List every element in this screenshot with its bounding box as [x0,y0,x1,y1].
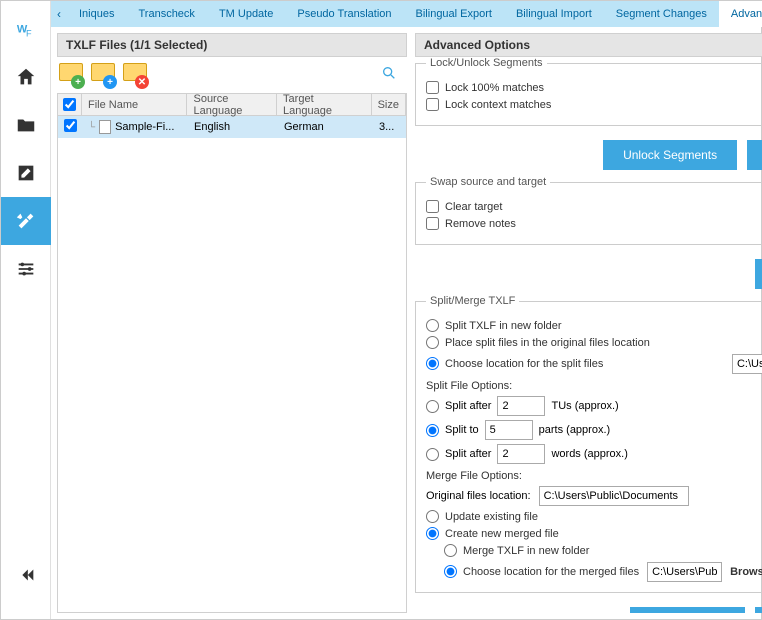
table-row[interactable]: └ Sample-Fi... English German 3... [58,116,406,138]
tools-icon [15,210,37,232]
split-to-input[interactable] [485,420,533,440]
choose-merge-location-row[interactable]: Choose location for the merged files [444,565,639,578]
split-merge-legend: Split/Merge TXLF [426,295,519,307]
split-new-folder-radio[interactable] [426,319,439,332]
tab-pseudo[interactable]: Pseudo Translation [285,1,403,27]
lock-legend: Lock/Unlock Segments [426,57,547,69]
col-check[interactable] [58,94,82,115]
sidebar-collapse[interactable] [1,551,51,599]
lock-group: Lock/Unlock Segments Lock 100% matches L… [415,57,762,126]
unlock-segments-button[interactable]: Unlock Segments [603,140,737,170]
lock-segments-button[interactable]: Lock Segments [747,140,762,170]
update-existing-radio[interactable] [426,510,439,523]
split-original-row[interactable]: Place split files in the original files … [426,336,762,349]
files-table: File Name Source Language Target Languag… [57,93,407,613]
clear-target-row[interactable]: Clear target [426,200,762,213]
lock-context-checkbox[interactable] [426,98,439,111]
swap-button[interactable]: Swap [755,259,762,289]
file-source: English [188,121,278,133]
sidebar: WF [1,1,51,619]
sliders-icon [15,258,37,280]
tab-bilingual-import[interactable]: Bilingual Import [504,1,604,27]
files-panel-title: TXLF Files (1/1 Selected) [57,33,407,57]
tab-advanced[interactable]: Advanced [719,1,762,27]
merge-options-label: Merge File Options: [426,470,762,482]
merge-path-input[interactable] [647,562,722,582]
split-after-words-radio[interactable] [426,448,439,461]
split-txlf-button[interactable]: Split TXLF [630,607,745,613]
tab-bar: ‹ Iniques Transcheck TM Update Pseudo Tr… [51,1,762,27]
svg-text:F: F [26,28,32,38]
col-size[interactable]: Size [372,94,406,115]
choose-merge-location-radio[interactable] [444,565,457,578]
col-filename[interactable]: File Name [82,94,187,115]
clear-target-checkbox[interactable] [426,200,439,213]
tab-transcheck[interactable]: Transcheck [126,1,206,27]
files-toolbar: + + ✕ [57,57,407,93]
sidebar-folder[interactable] [1,101,51,149]
create-new-row[interactable]: Create new merged file [426,527,762,540]
split-to-radio[interactable] [426,424,439,437]
chevron-left-icon [15,564,37,586]
choose-split-location-row[interactable]: Choose location for the split files [426,357,724,370]
create-new-radio[interactable] [426,527,439,540]
tab-iniques[interactable]: Iniques [67,1,126,27]
tab-scroll-left[interactable]: ‹ [51,1,67,27]
browse-merge-button[interactable]: Browse... [730,566,762,578]
split-options-label: Split File Options: [426,380,762,392]
sidebar-tools[interactable] [1,197,51,245]
col-source[interactable]: Source Language [187,94,277,115]
folder-icon [15,114,37,136]
remove-notes-checkbox[interactable] [426,217,439,230]
tree-line-icon: └ [88,122,95,133]
split-after-tu-input[interactable] [497,396,545,416]
logo-icon: WF [15,18,37,40]
lock-100-row[interactable]: Lock 100% matches [426,81,762,94]
orig-location-label: Original files location: [426,490,531,502]
col-target[interactable]: Target Language [277,94,372,115]
file-size: 3... [373,121,406,133]
file-target: German [278,121,373,133]
split-path-input[interactable] [732,354,762,374]
edit-icon [15,162,37,184]
home-icon [15,66,37,88]
swap-group: Swap source and target Clear target Remo… [415,176,762,245]
add-file-button[interactable]: + [59,61,87,89]
split-after-tu-radio[interactable] [426,400,439,413]
tab-bilingual-export[interactable]: Bilingual Export [404,1,504,27]
remove-notes-row[interactable]: Remove notes [426,217,762,230]
merge-new-folder-radio[interactable] [444,544,457,557]
tab-tmupdate[interactable]: TM Update [207,1,285,27]
options-panel-title: Advanced Options [415,33,762,57]
split-new-folder-row[interactable]: Split TXLF in new folder [426,319,762,332]
merge-txlf-button[interactable]: Merge TXLF [755,607,762,613]
row-checkbox[interactable] [64,119,77,132]
lock-100-checkbox[interactable] [426,81,439,94]
tab-segment-changes[interactable]: Segment Changes [604,1,719,27]
search-icon[interactable] [381,65,397,86]
choose-split-location-radio[interactable] [426,357,439,370]
sidebar-home[interactable] [1,53,51,101]
sidebar-edit[interactable] [1,149,51,197]
orig-location-input[interactable] [539,486,689,506]
remove-file-button[interactable]: ✕ [123,61,151,89]
lock-context-row[interactable]: Lock context matches [426,98,762,111]
split-merge-group: Split/Merge TXLF Split TXLF in new folde… [415,295,762,593]
split-original-radio[interactable] [426,336,439,349]
sidebar-sliders[interactable] [1,245,51,293]
swap-legend: Swap source and target [426,176,550,188]
add-folder-button[interactable]: + [91,61,119,89]
file-icon [99,120,111,134]
update-existing-row[interactable]: Update existing file [426,510,762,523]
split-after-words-input[interactable] [497,444,545,464]
merge-new-folder-row[interactable]: Merge TXLF in new folder [444,544,762,557]
sidebar-logo[interactable]: WF [1,5,51,53]
file-name: Sample-Fi... [115,121,174,133]
